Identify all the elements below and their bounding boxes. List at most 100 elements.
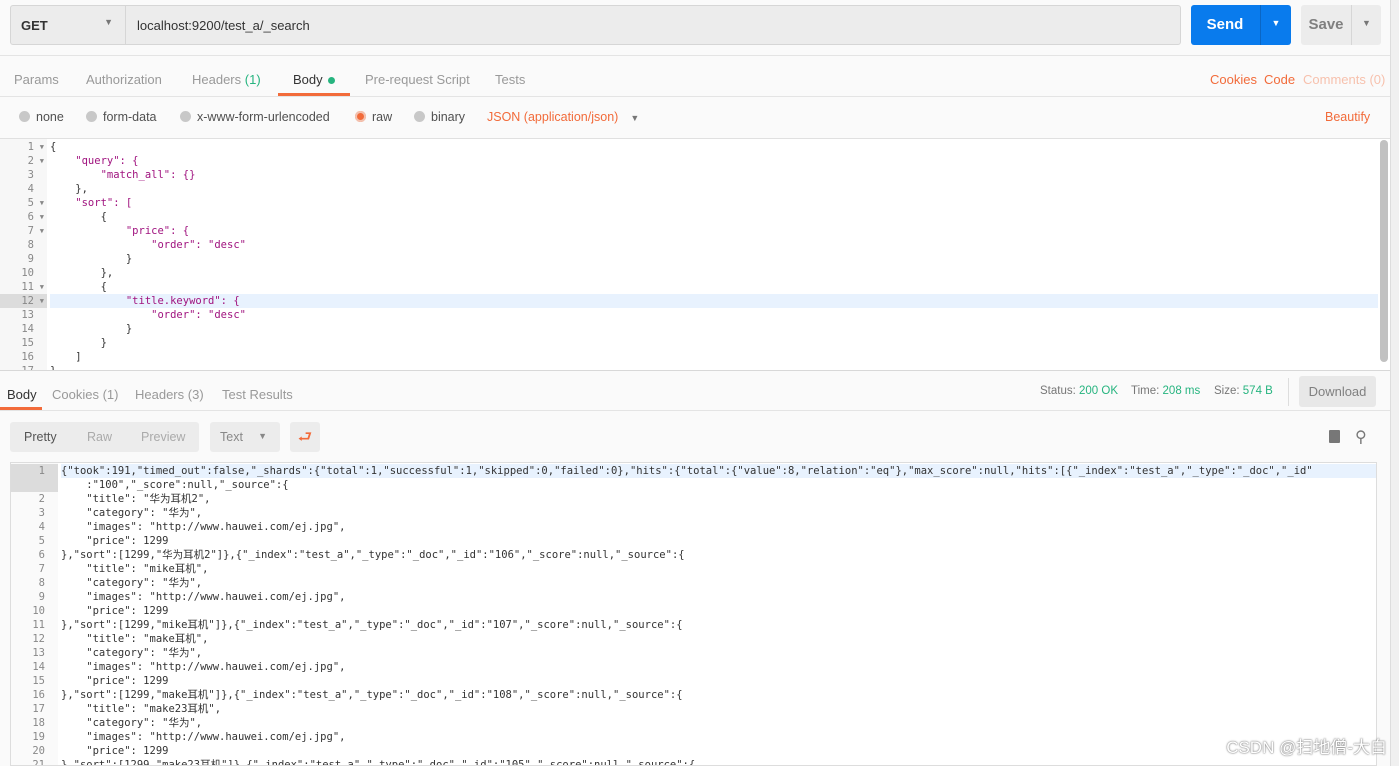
tab-params[interactable]: Params [14, 72, 59, 87]
code-line: "match_all": {} [50, 169, 196, 181]
save-button[interactable]: Save ▼ [1301, 5, 1381, 45]
tab-tests[interactable]: Tests [495, 72, 525, 87]
search-icon[interactable]: ⚲ [1355, 427, 1367, 447]
tab-headers[interactable]: Headers (1) [192, 72, 261, 87]
line-number: 13 [32, 647, 45, 659]
code-line: } [50, 323, 133, 335]
tab-label: Headers [192, 72, 242, 87]
code-line: } [50, 337, 107, 349]
response-tab-test-results[interactable]: Test Results [222, 387, 293, 402]
line-number: 10 [32, 605, 45, 617]
fold-toggle-icon[interactable]: ▼ [40, 154, 44, 168]
editor-scrollbar[interactable] [1380, 140, 1388, 362]
format-value: Text [220, 430, 243, 444]
response-line: "images": "http://www.hauwei.com/ej.jpg"… [61, 521, 346, 533]
tab-count: (1) [102, 387, 119, 402]
tab-count: (3) [187, 387, 204, 402]
line-number: 7 ▼ [27, 224, 44, 238]
radio-binary[interactable]: binary [414, 110, 465, 124]
line-number: 2 ▼ [27, 154, 44, 168]
code-line: "query": { [50, 155, 139, 167]
line-number: 5 ▼ [27, 196, 44, 210]
response-line: },"sort":[1299,"mike耳机"]},{"_index":"tes… [61, 619, 683, 631]
status-label: Status: [1040, 385, 1076, 397]
view-raw-button[interactable]: Raw [87, 430, 112, 444]
code-line: "order": "desc" [50, 309, 246, 321]
save-options-chevron-icon[interactable]: ▼ [1351, 5, 1381, 45]
response-tab-headers[interactable]: Headers (3) [135, 387, 204, 402]
send-options-chevron-icon[interactable]: ▼ [1260, 5, 1291, 45]
line-number: 11 [32, 619, 45, 631]
fold-toggle-icon[interactable]: ▼ [40, 196, 44, 210]
line-number: 15 [32, 675, 45, 687]
cookies-link[interactable]: Cookies [1210, 72, 1257, 87]
fold-toggle-icon[interactable]: ▼ [40, 224, 44, 238]
wrap-lines-button[interactable]: ⮐ [290, 422, 320, 452]
beautify-link[interactable]: Beautify [1325, 110, 1370, 124]
page-scrollbar[interactable] [1390, 0, 1399, 766]
radio-none[interactable]: none [19, 110, 64, 124]
tab-authorization[interactable]: Authorization [86, 72, 162, 87]
request-body-editor[interactable]: 1▼2▼345▼6▼7▼891011▼12▼1314151617 { "quer… [0, 138, 1390, 370]
content-type-select[interactable]: JSON (application/json) ▼ [487, 110, 639, 124]
comments-link[interactable]: Comments (0) [1303, 72, 1385, 87]
code-line: ] [50, 351, 82, 363]
response-line: "title": "mike耳机", [61, 563, 209, 575]
response-tab-body[interactable]: Body [7, 387, 37, 402]
send-label: Send [1206, 16, 1244, 33]
response-line: "category": "华为", [61, 717, 203, 729]
line-number: 7 [38, 563, 45, 575]
tab-body[interactable]: Body [293, 72, 335, 87]
line-number: 9 [38, 591, 45, 603]
code-line: "order": "desc" [50, 239, 246, 251]
line-number: 14 [21, 323, 34, 335]
line-number: 4 [38, 521, 45, 533]
chevron-down-icon: ▼ [258, 431, 267, 441]
line-number: 8 [38, 577, 45, 589]
line-number: 8 [27, 239, 34, 251]
line-number: 16 [21, 351, 34, 363]
radio-form-data[interactable]: form-data [86, 110, 157, 124]
format-select[interactable]: Text ▼ [210, 422, 280, 452]
fold-toggle-icon[interactable]: ▼ [40, 140, 44, 154]
copy-icon[interactable] [1329, 430, 1340, 443]
response-line: "images": "http://www.hauwei.com/ej.jpg"… [61, 591, 346, 603]
tab-label: Test Results [222, 387, 293, 402]
divider [0, 410, 1390, 411]
view-preview-button[interactable]: Preview [141, 430, 185, 444]
fold-toggle-icon[interactable]: ▼ [40, 294, 44, 308]
time-label: Time: [1131, 385, 1160, 397]
radio-x-www-form-urlencoded[interactable]: x-www-form-urlencoded [180, 110, 330, 124]
radio-circle-icon [414, 111, 425, 122]
response-line: "price": 1299 [61, 605, 169, 617]
code-line: "price": { [50, 225, 190, 237]
send-button[interactable]: Send ▼ [1191, 5, 1291, 45]
response-line: },"sort":[1299,"华为耳机2"]},{"_index":"test… [61, 549, 685, 561]
line-number: 11 ▼ [21, 280, 44, 294]
view-pretty-button[interactable]: Pretty [24, 430, 57, 444]
line-number: 3 [27, 169, 34, 181]
chevron-down-icon: ▼ [630, 113, 640, 123]
radio-label: none [36, 110, 64, 124]
fold-toggle-icon[interactable]: ▼ [40, 280, 44, 294]
url-input[interactable]: localhost:9200/test_a/_search [125, 5, 1181, 45]
line-number: 20 [32, 745, 45, 757]
response-line: :"100","_score":null,"_source":{ [61, 479, 289, 491]
line-number: 3 [38, 507, 45, 519]
method-select[interactable]: GET ▼ [10, 5, 126, 45]
code-line: { [50, 141, 57, 153]
wrap-icon: ⮐ [297, 429, 313, 446]
line-number: 14 [32, 661, 45, 673]
response-tab-cookies[interactable]: Cookies (1) [52, 387, 118, 402]
code-link[interactable]: Code [1264, 72, 1295, 87]
tab-pre-request-script[interactable]: Pre-request Script [365, 72, 470, 87]
radio-circle-icon [180, 111, 191, 122]
radio-circle-icon [19, 111, 30, 122]
line-number: 4 [27, 183, 34, 195]
response-size: Size: 574 B [1214, 385, 1273, 397]
download-button[interactable]: Download [1299, 376, 1376, 407]
response-body-viewer[interactable]: 1 2 3 4 5 6 7 8 9 10 11 12 13 14 15 16 17 18 19 20 21 {"took… [10, 462, 1377, 766]
fold-toggle-icon[interactable]: ▼ [40, 210, 44, 224]
line-number: 13 [21, 309, 34, 321]
radio-raw[interactable]: raw [355, 110, 392, 124]
